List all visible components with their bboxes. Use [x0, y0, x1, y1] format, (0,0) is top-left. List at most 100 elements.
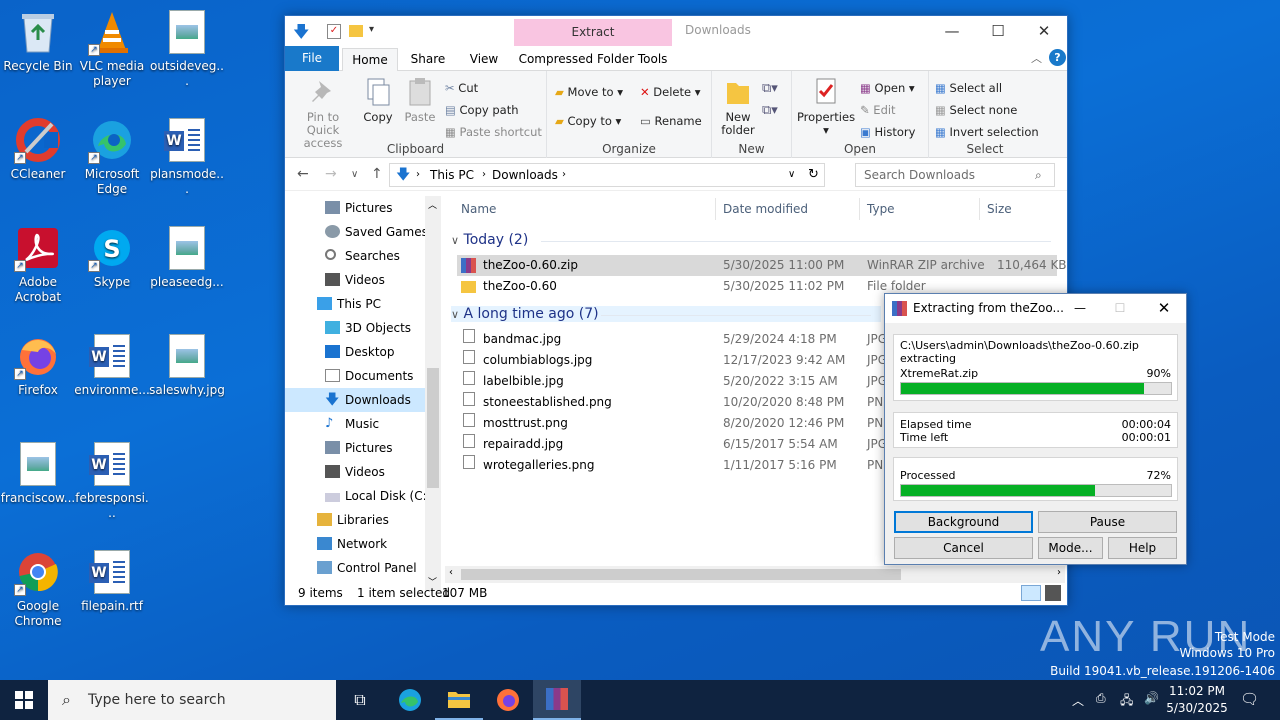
- desktop-icon-environme[interactable]: environme...: [74, 332, 150, 398]
- taskbar-winrar[interactable]: [533, 680, 581, 720]
- close-button[interactable]: ✕: [1021, 16, 1067, 46]
- nav-item-desktop[interactable]: Desktop: [285, 340, 425, 364]
- scroll-up-icon[interactable]: ︿: [428, 198, 437, 211]
- breadcrumb-downloads[interactable]: Downloads: [492, 164, 558, 186]
- new-item-icon[interactable]: ⧉▾: [762, 81, 778, 96]
- copy-path-button[interactable]: ▤ Copy path: [445, 103, 519, 117]
- nav-item-control-panel[interactable]: Control Panel: [285, 556, 425, 580]
- background-button[interactable]: Background: [894, 511, 1033, 533]
- desktop-icon-edge[interactable]: ↗ Microsoft Edge: [74, 116, 150, 197]
- nav-item-music[interactable]: ♪ Music: [285, 412, 425, 436]
- select-none-button[interactable]: ▦ Select none: [935, 103, 1017, 117]
- breadcrumb-this-pc[interactable]: This PC: [430, 164, 474, 186]
- desktop-icon-plansmode[interactable]: plansmode...: [149, 116, 225, 197]
- group-header-older[interactable]: ∨ A long time ago (7): [451, 306, 881, 322]
- nav-item-this-pc[interactable]: This PC: [285, 292, 425, 316]
- cancel-button[interactable]: Cancel: [894, 537, 1033, 559]
- scroll-thumb[interactable]: [461, 569, 901, 580]
- tab-view[interactable]: View: [459, 48, 509, 71]
- column-size[interactable]: Size: [987, 202, 1012, 216]
- column-date-modified[interactable]: Date modified: [723, 202, 808, 216]
- clock-time[interactable]: 11:02 PM: [1168, 684, 1226, 698]
- desktop-icon-franciscow[interactable]: franciscow...: [0, 440, 76, 506]
- minimize-button[interactable]: —: [929, 16, 975, 46]
- edit-button[interactable]: ✎ Edit: [860, 103, 896, 117]
- new-folder-button[interactable]: New folder: [716, 77, 760, 137]
- nav-item-downloads[interactable]: 🡇 Downloads: [285, 388, 425, 412]
- start-button[interactable]: [0, 680, 48, 720]
- nav-item-3d-objects[interactable]: 3D Objects: [285, 316, 425, 340]
- desktop-icon-vlc[interactable]: ↗ VLC media player: [74, 8, 150, 89]
- task-view-button[interactable]: ⧉: [336, 680, 384, 720]
- desktop-icon-skype[interactable]: S ↗ Skype: [74, 224, 150, 290]
- easy-access-icon[interactable]: ⧉▾: [762, 103, 778, 118]
- nav-item-searches[interactable]: Searches: [285, 244, 425, 268]
- details-view-icon[interactable]: [1021, 585, 1041, 601]
- move-to-button[interactable]: ▰ Move to ▾: [555, 85, 623, 99]
- address-bar[interactable]: 🡇 › This PC › Downloads › ∨ ↻: [389, 163, 825, 187]
- help-icon[interactable]: ?: [1049, 49, 1066, 66]
- history-button[interactable]: ▣ History: [860, 125, 915, 139]
- nav-item-pictures-pc[interactable]: Pictures: [285, 436, 425, 460]
- properties-qat-icon[interactable]: ✓: [327, 24, 341, 39]
- quick-access-download-icon[interactable]: 🡇: [293, 21, 309, 48]
- group-header-today[interactable]: ∨ Today (2): [451, 232, 528, 248]
- desktop-icon-saleswhy[interactable]: saleswhy.jpg: [149, 332, 225, 398]
- scroll-thumb[interactable]: [427, 368, 439, 488]
- nav-scrollbar[interactable]: ︿ ﹀: [425, 196, 441, 590]
- properties-button[interactable]: Properties ▾: [796, 77, 856, 137]
- paste-shortcut-button[interactable]: ▦ Paste shortcut: [445, 125, 542, 139]
- forward-arrow-icon[interactable]: →: [325, 166, 337, 182]
- nav-item-local-disk[interactable]: Local Disk (C:): [285, 484, 431, 508]
- tab-compressed-folder-tools[interactable]: Compressed Folder Tools: [514, 48, 672, 71]
- nav-item-documents[interactable]: Documents: [285, 364, 425, 388]
- mode-button[interactable]: Mode...: [1038, 537, 1103, 559]
- maximize-button[interactable]: ☐: [975, 16, 1021, 46]
- rename-button[interactable]: ▭ Rename: [640, 114, 702, 128]
- desktop-icon-chrome[interactable]: ↗ Google Chrome: [0, 548, 76, 629]
- dialog-close-button[interactable]: ✕: [1149, 294, 1179, 323]
- nav-item-saved-games[interactable]: Saved Games: [285, 220, 428, 244]
- back-arrow-icon[interactable]: ←: [297, 166, 309, 182]
- dialog-maximize-button[interactable]: ☐: [1105, 294, 1135, 323]
- taskbar-edge[interactable]: [386, 680, 434, 720]
- qat-dropdown-icon[interactable]: ▾: [369, 24, 374, 35]
- pin-quick-access-button[interactable]: Pin to Quick access: [289, 77, 357, 150]
- cut-button[interactable]: ✂ Cut: [445, 81, 478, 95]
- paste-button[interactable]: Paste: [401, 77, 439, 124]
- search-input[interactable]: Search Downloads: [855, 163, 1055, 187]
- nav-item-network[interactable]: Network: [285, 532, 425, 556]
- taskbar-file-explorer[interactable]: [435, 680, 483, 720]
- file-row[interactable]: theZoo-0.60.zip 5/30/2025 11:00 PM WinRA…: [457, 255, 1067, 276]
- invert-selection-button[interactable]: ▦ Invert selection: [935, 125, 1039, 139]
- pause-button[interactable]: Pause: [1038, 511, 1177, 533]
- large-icons-view-icon[interactable]: [1045, 585, 1061, 601]
- column-type[interactable]: Type: [867, 202, 895, 216]
- context-tab-extract[interactable]: Extract: [514, 19, 672, 46]
- up-arrow-icon[interactable]: ↑: [371, 166, 383, 182]
- dialog-minimize-button[interactable]: —: [1065, 294, 1095, 323]
- nav-item-videos[interactable]: Videos: [285, 268, 425, 292]
- taskbar-firefox[interactable]: [484, 680, 532, 720]
- desktop-icon-ccleaner[interactable]: ↗ CCleaner: [0, 116, 76, 182]
- copy-button[interactable]: Copy: [359, 77, 397, 124]
- volume-icon[interactable]: 🔊: [1144, 691, 1159, 705]
- show-hidden-icons[interactable]: ︿: [1072, 692, 1084, 709]
- scroll-left-icon[interactable]: ‹: [449, 567, 453, 578]
- desktop-icon-outsideveg[interactable]: outsideveg...: [149, 8, 225, 89]
- tab-share[interactable]: Share: [403, 48, 453, 71]
- desktop-icon-acrobat[interactable]: ↗ Adobe Acrobat: [0, 224, 76, 305]
- device-icon[interactable]: ⎙: [1096, 691, 1106, 706]
- clock-date[interactable]: 5/30/2025: [1166, 701, 1228, 715]
- collapse-ribbon-icon[interactable]: ︿: [1031, 50, 1042, 66]
- tab-file[interactable]: File: [285, 46, 339, 71]
- notifications-icon[interactable]: 🗨: [1240, 690, 1259, 708]
- recent-dropdown-icon[interactable]: ∨: [351, 169, 358, 180]
- open-button[interactable]: ▦ Open ▾: [860, 81, 915, 95]
- address-dropdown-icon[interactable]: ∨: [788, 164, 795, 186]
- nav-item-libraries[interactable]: Libraries: [285, 508, 425, 532]
- copy-to-button[interactable]: ▰ Copy to ▾: [555, 114, 621, 128]
- nav-item-videos-pc[interactable]: Videos: [285, 460, 425, 484]
- desktop-icon-firefox[interactable]: ↗ Firefox: [0, 332, 76, 398]
- desktop-icon-recycle-bin[interactable]: Recycle Bin: [0, 8, 76, 74]
